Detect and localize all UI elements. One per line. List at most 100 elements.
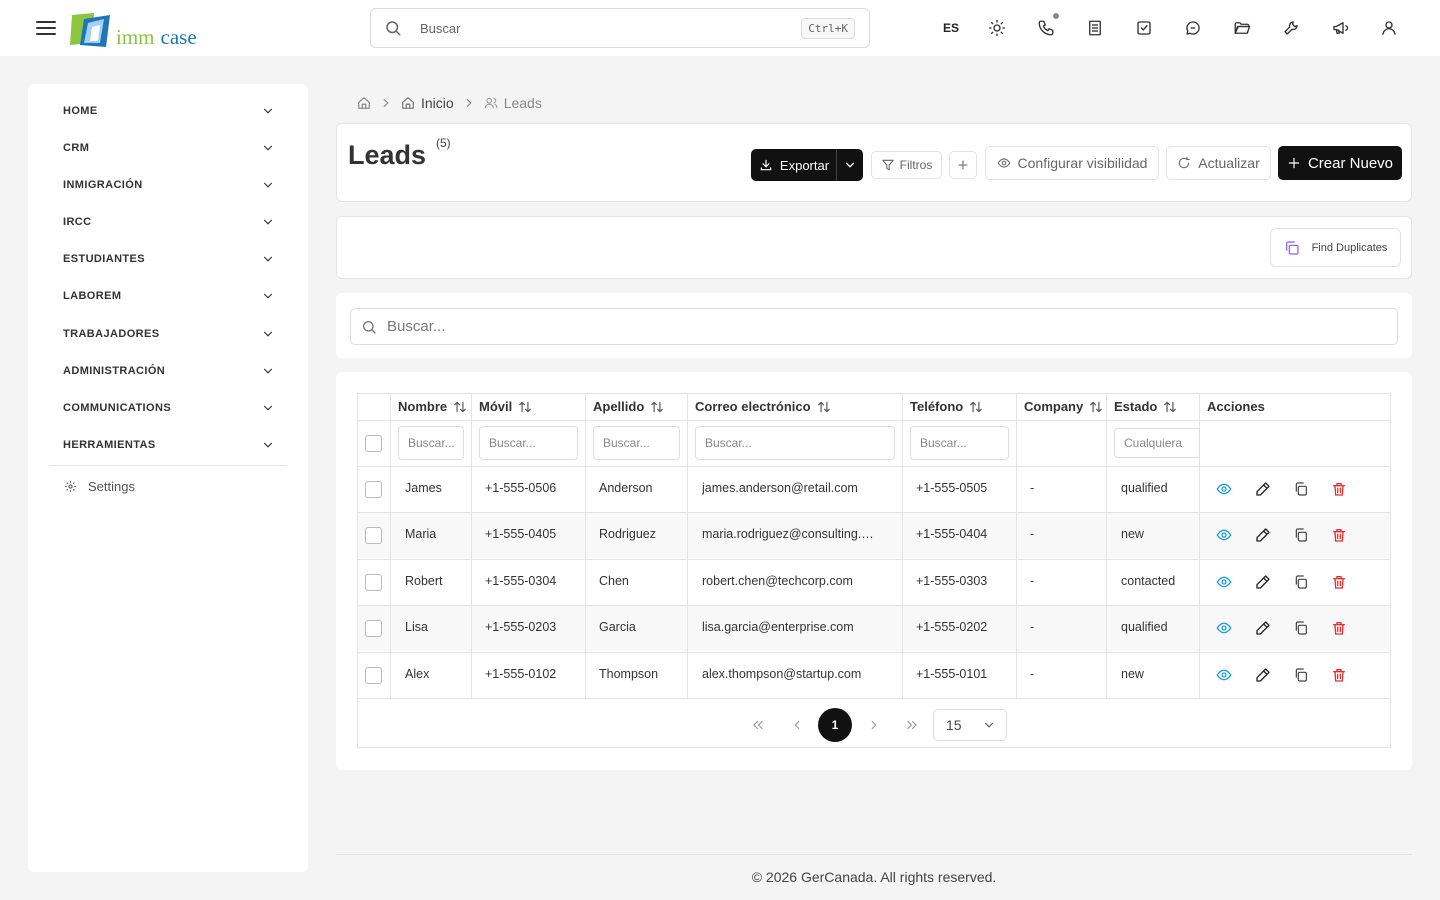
column-header-telefono[interactable]: Teléfono	[910, 399, 983, 414]
row-checkbox[interactable]	[365, 620, 382, 637]
sort-icon[interactable]	[817, 400, 831, 414]
sort-icon[interactable]	[453, 400, 467, 414]
cell-movil: +1-555-0304	[485, 574, 557, 588]
column-header-nombre[interactable]: Nombre	[398, 399, 467, 414]
menu-icon[interactable]	[34, 16, 58, 40]
filter-correo[interactable]	[695, 426, 895, 460]
cell-apellido: Garcia	[599, 620, 636, 634]
global-search-input[interactable]	[420, 20, 802, 36]
copy-icon[interactable]	[1293, 620, 1309, 636]
export-dropdown-button[interactable]	[836, 149, 863, 181]
delete-icon[interactable]	[1331, 620, 1347, 636]
sort-icon[interactable]	[969, 400, 983, 414]
last-page-button[interactable]	[895, 708, 929, 742]
tools-button[interactable]	[1266, 8, 1315, 48]
table-search[interactable]	[350, 308, 1398, 345]
filter-telefono[interactable]	[910, 426, 1009, 460]
sidebar-item-label: COMMUNICATIONS	[63, 402, 172, 414]
view-icon[interactable]	[1216, 667, 1232, 683]
sidebar-item-administracion[interactable]: ADMINISTRACIÓN	[63, 361, 275, 381]
find-duplicates-button[interactable]: Find Duplicates	[1270, 228, 1401, 267]
row-checkbox[interactable]	[365, 667, 382, 684]
sidebar-item-herramientas[interactable]: HERRAMIENTAS	[63, 435, 275, 455]
column-header-estado[interactable]: Estado	[1114, 399, 1177, 414]
copy-icon[interactable]	[1293, 574, 1309, 590]
gear-icon	[65, 481, 76, 492]
breadcrumb-inicio[interactable]: Inicio	[421, 95, 454, 111]
configure-visibility-button[interactable]: Configurar visibilidad	[985, 146, 1159, 180]
sort-icon[interactable]	[1089, 400, 1103, 414]
search-shortcut-badge: Ctrl+K	[801, 17, 855, 39]
row-checkbox[interactable]	[365, 481, 382, 498]
edit-icon[interactable]	[1255, 667, 1271, 683]
filters-button[interactable]: Filtros	[871, 151, 942, 179]
profile-button[interactable]	[1364, 8, 1413, 48]
eye-icon	[997, 158, 1010, 168]
sidebar-item-laborem[interactable]: LABOREM	[63, 286, 275, 306]
filter-estado-select[interactable]	[1114, 428, 1200, 458]
top-bar: immcase Ctrl+K ES	[0, 0, 1440, 56]
sidebar-item-communications[interactable]: COMMUNICATIONS	[63, 398, 275, 418]
edit-icon[interactable]	[1255, 481, 1271, 497]
filter-apellido[interactable]	[593, 426, 680, 460]
export-button[interactable]: Exportar	[751, 149, 837, 181]
sort-icon[interactable]	[650, 400, 664, 414]
view-icon[interactable]	[1216, 574, 1232, 590]
page-button-current[interactable]: 1	[818, 708, 852, 742]
previous-page-button[interactable]	[780, 708, 814, 742]
download-icon	[760, 159, 772, 171]
announcements-button[interactable]	[1315, 8, 1364, 48]
add-filter-button[interactable]	[949, 151, 977, 179]
table-search-input[interactable]	[387, 318, 1397, 335]
view-icon[interactable]	[1216, 481, 1232, 497]
edit-icon[interactable]	[1255, 527, 1271, 543]
language-selector[interactable]: ES	[930, 8, 972, 48]
sort-icon[interactable]	[518, 400, 532, 414]
column-header-company[interactable]: Company	[1024, 399, 1103, 414]
create-new-button[interactable]: Crear Nuevo	[1278, 146, 1402, 180]
sidebar-item-settings[interactable]: Settings	[64, 479, 135, 494]
sidebar-item-estudiantes[interactable]: ESTUDIANTES	[63, 249, 275, 269]
logo[interactable]: imm case	[70, 11, 197, 48]
copy-icon[interactable]	[1293, 667, 1309, 683]
home-icon[interactable]	[357, 96, 371, 110]
page-size-select[interactable]: 15	[933, 709, 1007, 741]
delete-icon[interactable]	[1331, 527, 1347, 543]
sidebar-item-ircc[interactable]: IRCC	[63, 212, 275, 232]
phone-button[interactable]	[1021, 8, 1070, 48]
chat-button[interactable]	[1168, 8, 1217, 48]
row-checkbox[interactable]	[365, 527, 382, 544]
global-search[interactable]: Ctrl+K	[370, 8, 870, 48]
column-header-movil[interactable]: Móvil	[479, 399, 532, 414]
column-header-correo[interactable]: Correo electrónico	[695, 399, 831, 414]
logo-mark-icon	[70, 13, 110, 47]
edit-icon[interactable]	[1255, 574, 1271, 590]
edit-icon[interactable]	[1255, 620, 1271, 636]
delete-icon[interactable]	[1331, 667, 1347, 683]
filter-nombre[interactable]	[398, 426, 464, 460]
notes-button[interactable]	[1070, 8, 1119, 48]
delete-icon[interactable]	[1331, 574, 1347, 590]
tasks-button[interactable]	[1119, 8, 1168, 48]
row-divider	[358, 420, 1390, 421]
first-page-button[interactable]	[741, 708, 775, 742]
copy-icon[interactable]	[1293, 527, 1309, 543]
delete-icon[interactable]	[1331, 481, 1347, 497]
sidebar-item-trabajadores[interactable]: TRABAJADORES	[63, 324, 275, 344]
sidebar-item-crm[interactable]: CRM	[63, 138, 275, 158]
next-page-button[interactable]	[857, 708, 891, 742]
row-checkbox[interactable]	[365, 574, 382, 591]
view-icon[interactable]	[1216, 620, 1232, 636]
chevron-right-icon	[383, 98, 389, 108]
theme-toggle[interactable]	[972, 8, 1021, 48]
filter-movil[interactable]	[479, 426, 578, 460]
column-header-apellido[interactable]: Apellido	[593, 399, 664, 414]
sidebar-item-home[interactable]: HOME	[63, 101, 275, 121]
select-all-checkbox[interactable]	[365, 435, 382, 452]
folder-button[interactable]	[1217, 8, 1266, 48]
view-icon[interactable]	[1216, 527, 1232, 543]
sort-icon[interactable]	[1163, 400, 1177, 414]
copy-icon[interactable]	[1293, 481, 1309, 497]
sidebar-item-inmigracion[interactable]: INMIGRACIÓN	[63, 175, 275, 195]
refresh-button[interactable]: Actualizar	[1166, 146, 1271, 180]
